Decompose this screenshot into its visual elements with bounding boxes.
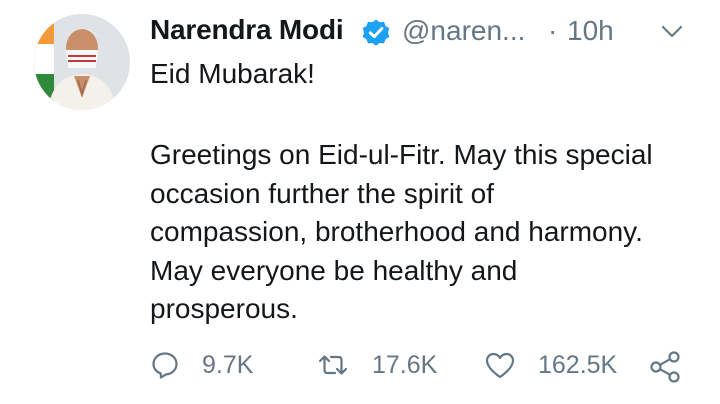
- author-name[interactable]: Narendra Modi: [150, 14, 344, 46]
- tweet-text-line: May everyone be healthy and: [150, 254, 518, 286]
- reply-count: 9.7K: [202, 350, 254, 379]
- reply-button[interactable]: 9.7K: [150, 345, 253, 385]
- like-count: 162.5K: [538, 350, 618, 379]
- tweet-text-line: compassion, brotherhood and harmony.: [150, 216, 643, 247]
- tweet-timestamp[interactable]: 10h: [567, 15, 614, 47]
- tweet-text-line: occasion further the spirit of: [150, 177, 494, 209]
- chevron-down-icon[interactable]: [660, 24, 684, 40]
- share-icon: [650, 351, 680, 383]
- avatar[interactable]: [34, 14, 130, 110]
- tweet-text-line: prosperous.: [150, 293, 298, 324]
- retweet-icon: [318, 355, 348, 375]
- like-button[interactable]: 162.5K: [484, 345, 617, 385]
- retweet-button[interactable]: 17.6K: [316, 345, 437, 385]
- profile-photo: [34, 14, 130, 110]
- tweet-actions: 9.7K 17.6K 162.5K: [150, 345, 710, 385]
- heart-icon: [485, 352, 515, 379]
- retweet-count: 17.6K: [372, 350, 438, 379]
- share-button[interactable]: [648, 347, 682, 387]
- reply-icon: [152, 352, 178, 379]
- tweet-text-line: Greetings on Eid-ul-Fitr. May this speci…: [150, 139, 653, 170]
- author-handle[interactable]: @naren...: [402, 15, 525, 47]
- verified-badge-icon: [361, 18, 391, 48]
- separator-dot: ·: [548, 15, 558, 46]
- tweet-text-heading: Eid Mubarak!: [150, 58, 315, 89]
- tweet-header: Narendra Modi @naren... · 10h: [150, 12, 695, 52]
- tweet-text-body: Greetings on Eid-ul-Fitr. May this speci…: [150, 136, 710, 329]
